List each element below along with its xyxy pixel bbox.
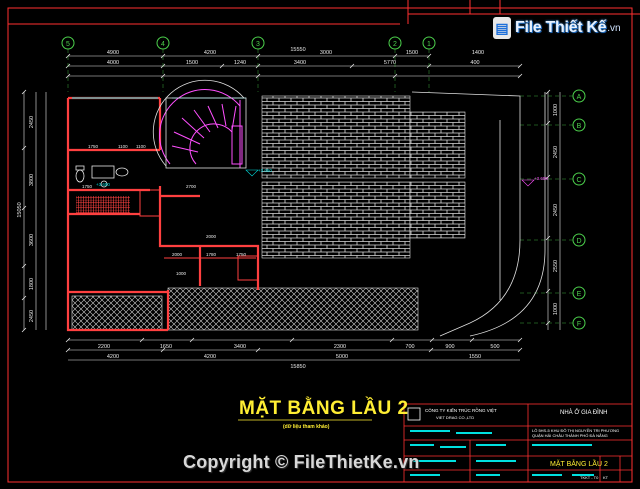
dim-text: 2450	[29, 310, 35, 322]
dim-text: 3400	[234, 344, 246, 350]
svg-text:1750: 1750	[88, 144, 99, 149]
dim-text-total: 15550	[290, 47, 305, 53]
sheet-title: MẶT BẰNG LẦU 2	[550, 458, 608, 468]
grid-label: C	[576, 177, 581, 184]
roof-area-lower	[261, 181, 411, 259]
grid-axis-top-labels: 5 4 3 2 1	[66, 41, 431, 48]
copyright-watermark: Copyright © FileThietKe.vn	[183, 452, 420, 472]
svg-text:1100: 1100	[118, 144, 128, 149]
dim-text: 2550	[553, 260, 559, 272]
drawing-subtitle: (dữ liệu tham khảo)	[283, 424, 330, 430]
svg-text:+3.650: +3.650	[258, 168, 272, 173]
svg-text:1780: 1780	[206, 252, 217, 257]
dim-text: 4200	[107, 354, 119, 360]
company-name: CÔNG TY KIẾN TRÚC RỒNG VIỆT	[425, 406, 497, 413]
grid-label: 1	[427, 41, 431, 48]
svg-text:1000: 1000	[176, 271, 187, 276]
logo-text: File Thiết Kế	[515, 19, 607, 36]
svg-text:+3.650: +3.650	[96, 182, 110, 187]
dim-text-total: 15850	[290, 364, 305, 370]
filethietke-logo: ▤ File Thiết Kế .vn	[493, 14, 621, 42]
grid-label: 2	[393, 41, 397, 48]
dim-text: 1000	[553, 303, 559, 315]
grid-label: 3	[256, 41, 260, 48]
dim-text: 1400	[472, 50, 484, 56]
wc-floor-hatch	[76, 196, 130, 214]
dim-text: 1650	[160, 344, 172, 350]
svg-text:+3.650: +3.650	[534, 176, 548, 181]
dim-text: 4900	[107, 50, 119, 56]
dim-text: 3800	[29, 174, 35, 186]
dim-text: 1240	[234, 60, 246, 66]
dim-text: 500	[490, 344, 499, 350]
spiral-stair	[159, 89, 243, 168]
grid-label: A	[577, 94, 582, 101]
dim-text: 3000	[320, 50, 332, 56]
dim-text: 5770	[384, 60, 396, 66]
sheet-code: TKKT - T0	[580, 475, 599, 480]
roof-area-main	[261, 95, 411, 179]
dim-text: 4000	[107, 60, 119, 66]
dim-text: 2200	[98, 344, 110, 350]
roof-area-right	[409, 111, 466, 179]
grid-label: D	[576, 238, 581, 245]
dim-text: 2450	[553, 146, 559, 158]
dim-text: 4200	[204, 50, 216, 56]
dim-text: 2450	[29, 116, 35, 128]
dim-text-total: 15050	[17, 202, 23, 217]
dim-text: 1500	[406, 50, 418, 56]
dim-text: 2450	[553, 204, 559, 216]
dim-text: 3400	[294, 60, 306, 66]
logo-suffix: .vn	[607, 22, 621, 34]
svg-text:2000: 2000	[172, 252, 183, 257]
drawing-title: MẶT BẰNG LẦU 2	[239, 398, 409, 419]
company-name-en: VIET DRAG CO.,LTD	[436, 415, 474, 420]
roof-area-lower-right	[409, 181, 466, 239]
grid-axis-top	[61, 36, 436, 50]
dim-text: 4200	[204, 354, 216, 360]
grid-label: F	[577, 321, 581, 328]
dim-text: 400	[470, 60, 479, 66]
grid-axis-right-labels: A B C D E F	[576, 94, 581, 328]
company-logo-mark	[407, 407, 421, 421]
sheet-number: KT	[603, 475, 609, 480]
svg-text:2000: 2000	[206, 234, 217, 239]
dim-text: 3600	[29, 234, 35, 246]
dim-text: 1500	[186, 60, 198, 66]
dim-text: 2300	[334, 344, 346, 350]
dim-text: 700	[405, 344, 414, 350]
dim-text: 900	[445, 344, 454, 350]
file-icon: ▤	[493, 17, 511, 39]
dim-text: 1000	[553, 104, 559, 116]
balcony-left-tiles	[71, 295, 163, 331]
dim-text: 1550	[469, 354, 481, 360]
grid-label: B	[577, 123, 582, 130]
dim-text: 1800	[29, 278, 35, 290]
svg-text:1750: 1750	[82, 184, 93, 189]
svg-text:1100: 1100	[136, 144, 146, 149]
svg-text:1750: 1750	[236, 252, 247, 257]
grid-label: 4	[161, 41, 165, 48]
balcony-tiles	[167, 287, 419, 331]
project-address-2: QUẬN HẢI CHÂU THÀNH PHỐ ĐÀ NẴNG	[532, 433, 608, 438]
grid-label: 5	[66, 41, 70, 48]
svg-text:2700: 2700	[186, 184, 197, 189]
grid-label: E	[577, 291, 582, 298]
project-name: NHÀ Ở GIA ĐÌNH	[560, 409, 607, 416]
dim-text: 5000	[336, 354, 348, 360]
